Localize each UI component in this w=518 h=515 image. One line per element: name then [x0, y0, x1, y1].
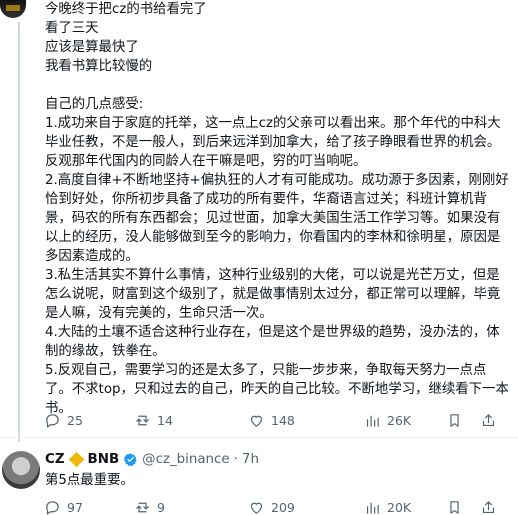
post-line: 反观那年代国内的同龄人在干嘛是吧，穷的叮当响呢。: [45, 154, 367, 169]
post-line: 我看书算比较慢的: [45, 59, 153, 74]
post-line: 自己的几点感受:: [45, 97, 144, 112]
repost-icon: [136, 502, 149, 512]
repost-button[interactable]: 14: [134, 410, 173, 430]
repost-count: 14: [157, 412, 173, 428]
reply-button[interactable]: 25: [44, 410, 83, 430]
repost-count: 9: [157, 499, 165, 515]
thread-connector-line: [18, 22, 20, 442]
post-line: 制的缘故，铁拳在。: [45, 344, 166, 359]
reply-count: 25: [67, 412, 83, 428]
bookmark-icon: [450, 413, 459, 427]
heart-icon: [250, 502, 263, 514]
reply-timestamp[interactable]: 7h: [242, 450, 259, 469]
share-icon: [482, 500, 495, 513]
views-count: 20K: [387, 499, 412, 515]
reply-action-bar: 97 9 209 20K: [44, 497, 512, 515]
post-action-bar: 25 14 148 26K: [44, 410, 512, 430]
post-line: 毕业任教，不是一般人，到后来远洋到加拿大，给了孩子睁眼看世界的机会。: [45, 135, 501, 150]
bookmark-icon: [450, 500, 459, 514]
heart-icon: [250, 415, 263, 427]
bnb-diamond-icon: [68, 451, 84, 468]
share-icon: [482, 413, 495, 426]
separator-dot: ·: [233, 452, 238, 467]
post-line: 1.成功来自于家庭的托举，这一点上cz的父亲可以看出来。那个年代的中科大: [45, 116, 501, 131]
reply-count: 97: [67, 499, 83, 515]
repost-icon: [136, 415, 149, 425]
author-avatar[interactable]: [0, 0, 26, 18]
reply-icon: [46, 413, 59, 427]
divider: [0, 437, 518, 438]
bookmark-button[interactable]: [446, 497, 463, 515]
post-line: 3.私生活其实不算什么事情，这种行业级别的大佬，可以说是光芒万丈，但是: [45, 268, 500, 283]
post-line: 看了三天: [45, 21, 99, 36]
post-line: [45, 76, 513, 95]
like-count: 209: [271, 499, 295, 515]
reply-author-handle[interactable]: @cz_binance: [142, 450, 229, 469]
reply-header: CZ BNB @cz_binance · 7h: [45, 450, 259, 469]
post-line: 多因素造成的。: [45, 249, 139, 264]
post-line: 应该是算最快了: [45, 40, 139, 55]
like-button[interactable]: 209: [248, 497, 295, 515]
post-line: 怎么说呢，财富到这个级别了，就是做事情别太过分，都正常可以理解，毕竟: [45, 287, 501, 302]
like-count: 148: [271, 412, 295, 428]
analytics-icon: [366, 502, 379, 514]
post-line: 是人嘛，没有完美的，生命只活一次。: [45, 306, 273, 321]
post-line: 以上的经历，没人能够做到至今的影响力，你看国内的李林和徐明星，原因是: [45, 230, 501, 245]
bookmark-button[interactable]: [446, 410, 463, 430]
reply-icon: [46, 500, 59, 514]
reply-button[interactable]: 97: [44, 497, 83, 515]
post-line: 5.反观自己，需要学习的还是太多了，只能一步步来，争取每天努力一点点: [45, 363, 487, 378]
views-button[interactable]: 26K: [364, 410, 411, 430]
reply-text: 第5点最重要。: [45, 473, 134, 488]
analytics-icon: [366, 415, 379, 427]
post-body: 今晚终于把cz的书给看完了 看了三天 应该是算最快了 我看书算比较慢的 自己的几…: [45, 0, 513, 418]
post-line: 了。不求top，只和过去的自己，昨天的自己比较。不断地学习，继续看下一本: [45, 382, 509, 397]
repost-button[interactable]: 9: [134, 497, 165, 515]
views-button[interactable]: 20K: [364, 497, 411, 515]
post-line: 今晚终于把cz的书给看完了: [45, 2, 207, 17]
views-count: 26K: [387, 412, 412, 428]
post-line: 4.大陆的土壤不适合这种行业存在，但是这个是世界级的趋势，没办法的，体: [45, 325, 500, 340]
post-line: 景，码农的所有东西都会；见过世面，加拿大美国生活工作学习等。如果没有: [45, 211, 501, 226]
reply-author-avatar[interactable]: [2, 451, 40, 489]
share-button[interactable]: [480, 497, 497, 515]
post-line: 2.高度自律+不断地坚持+偏执狂的人才有可能成功。成功源于多因素，刚刚好: [45, 173, 509, 188]
share-button[interactable]: [480, 410, 497, 430]
reply-author-badge-text: BNB: [87, 452, 120, 467]
post-line: 恰到好处，你所初步具备了成功的所有要件，华裔语言过关；科班计算机背: [45, 192, 487, 207]
reply-author-name[interactable]: CZ: [45, 450, 65, 469]
like-button[interactable]: 148: [248, 410, 295, 430]
verified-badge-icon: [124, 453, 137, 467]
